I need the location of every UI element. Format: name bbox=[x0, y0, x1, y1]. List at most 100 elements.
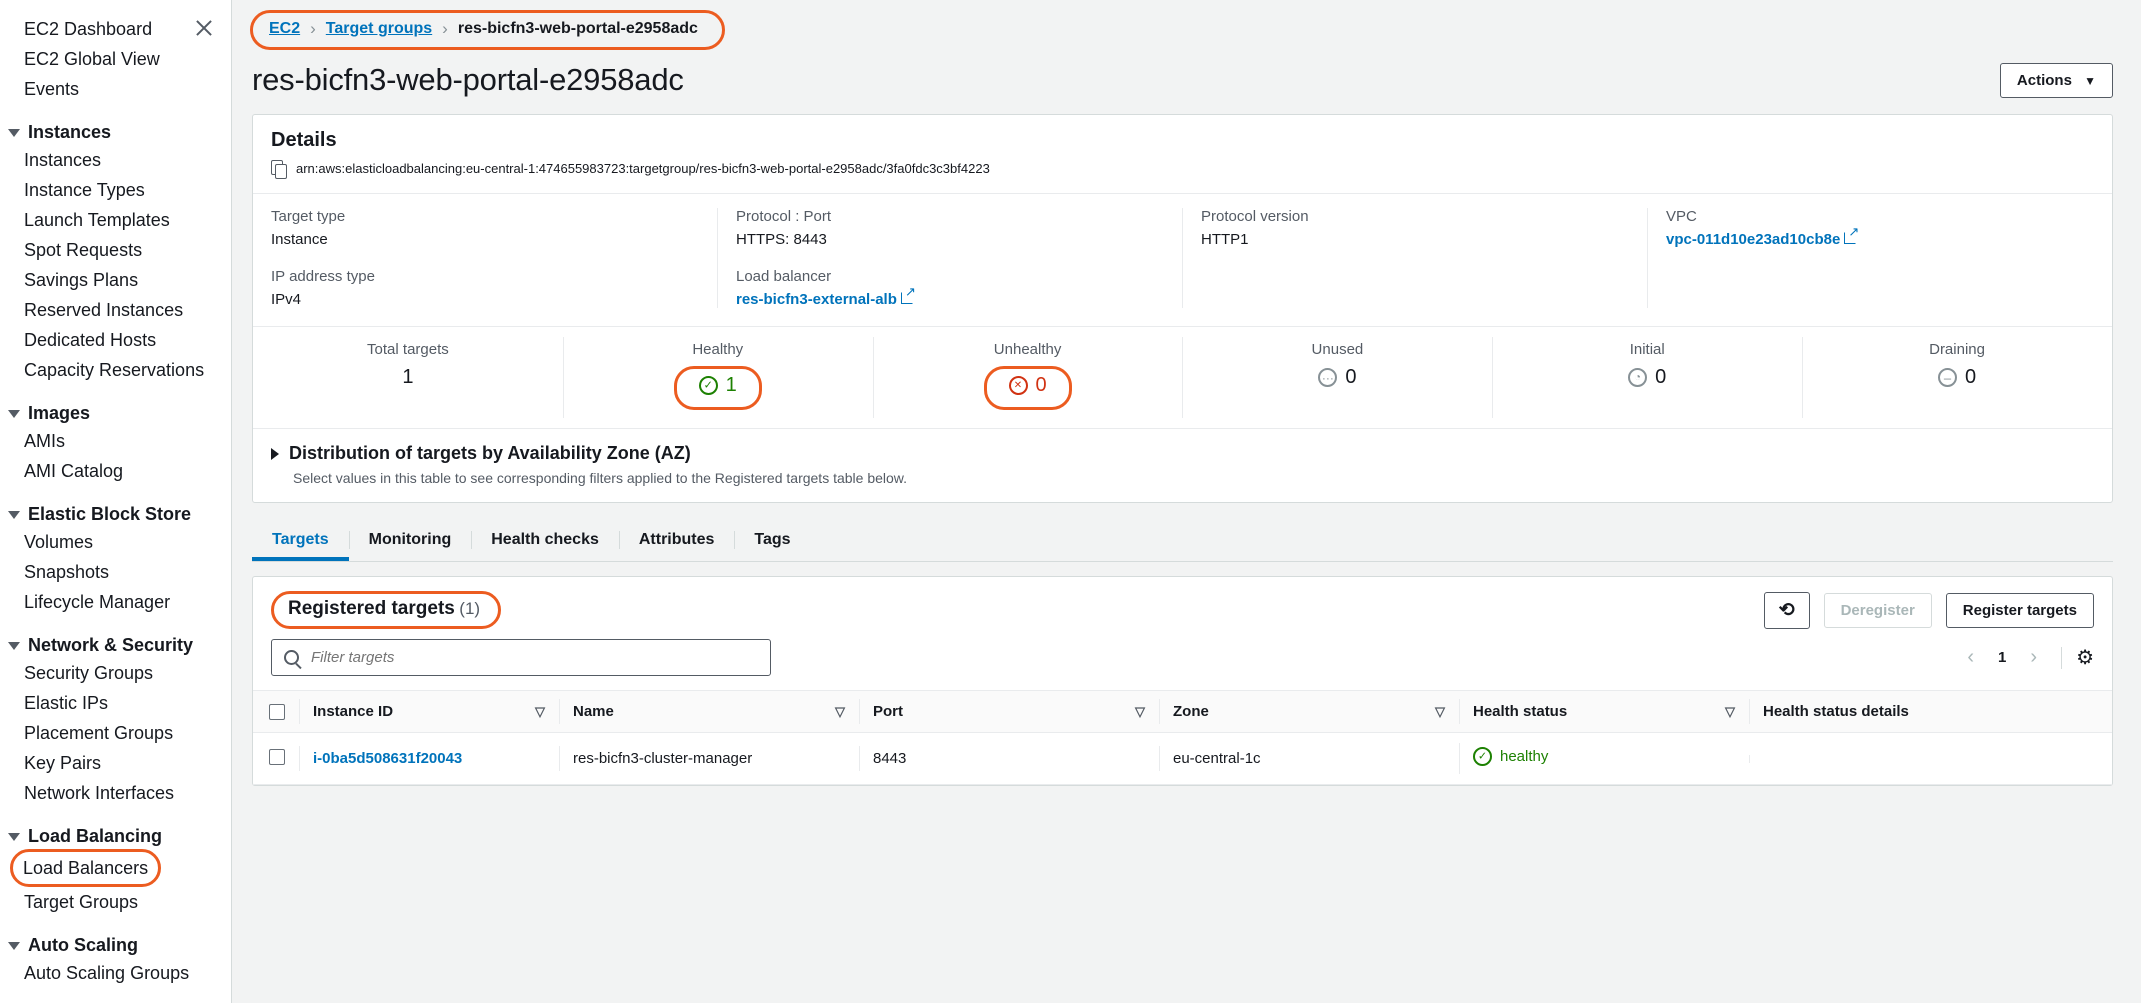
actions-button[interactable]: Actions ▼ bbox=[1999, 62, 2113, 98]
sidebar-item-reserved-instances[interactable]: Reserved Instances bbox=[0, 295, 231, 325]
sidebar-group-instances[interactable]: Instances bbox=[0, 122, 231, 143]
minus-circle-icon bbox=[1937, 368, 1957, 387]
sidebar-item-capacity-reservations[interactable]: Capacity Reservations bbox=[0, 355, 231, 385]
gear-icon[interactable]: ⚙ bbox=[2076, 645, 2094, 670]
sidebar-group-elastic-block-store[interactable]: Elastic Block Store bbox=[0, 504, 231, 525]
tab-monitoring[interactable]: Monitoring bbox=[348, 521, 472, 561]
search-icon bbox=[284, 650, 299, 665]
refresh-button[interactable]: ⟳ bbox=[1763, 591, 1810, 629]
select-all-checkbox[interactable] bbox=[269, 703, 285, 720]
sidebar-group-label: Network & Security bbox=[28, 635, 194, 655]
filter-targets-box[interactable] bbox=[271, 639, 771, 676]
sidebar-item-elastic-ips[interactable]: Elastic IPs bbox=[0, 688, 231, 718]
close-icon[interactable] bbox=[193, 17, 215, 39]
counter-value-wrap: 0 bbox=[1318, 366, 1356, 392]
search-input[interactable] bbox=[309, 648, 758, 667]
counter-initial: Initial 0 bbox=[1492, 327, 1802, 428]
tab-health-checks[interactable]: Health checks bbox=[471, 521, 619, 561]
details-column-3: Protocol version HTTP1 bbox=[1182, 208, 1647, 308]
details-grid: Target type Instance IP address type IPv… bbox=[253, 194, 2112, 326]
counter-value-row: 1 bbox=[698, 374, 737, 397]
distribution-title: Distribution of targets by Availability … bbox=[289, 443, 691, 463]
vpc-link[interactable]: vpc-011d10e23ad10cb8e bbox=[1666, 231, 1840, 248]
sidebar-item-volumes[interactable]: Volumes bbox=[0, 527, 231, 557]
breadcrumb-separator-icon: › bbox=[310, 19, 316, 38]
sidebar-item-ec2-global-view[interactable]: EC2 Global View bbox=[24, 44, 231, 74]
sidebar-item-ec2-dashboard[interactable]: EC2 Dashboard bbox=[24, 14, 152, 44]
load-balancer-link[interactable]: res-bicfn3-external-alb bbox=[736, 291, 897, 308]
column-port[interactable]: Port ▽ bbox=[859, 690, 1159, 733]
breadcrumb: EC2 › Target groups › res-bicfn3-web-por… bbox=[250, 10, 725, 50]
counter-value: 0 bbox=[1655, 366, 1667, 388]
column-zone[interactable]: Zone ▽ bbox=[1159, 690, 1459, 733]
column-health-status-details: Health status details bbox=[1749, 690, 2112, 733]
counter-value-row: 1 bbox=[402, 366, 413, 389]
tab-targets[interactable]: Targets bbox=[252, 521, 349, 561]
breadcrumb-wrapper: EC2 › Target groups › res-bicfn3-web-por… bbox=[232, 0, 2141, 50]
name-value: res-bicfn3-cluster-manager bbox=[573, 750, 753, 767]
row-checkbox[interactable] bbox=[269, 748, 285, 765]
sidebar-item-launch-templates[interactable]: Launch Templates bbox=[0, 205, 231, 235]
counter-value: 0 bbox=[1035, 374, 1047, 396]
port-value: 8443 bbox=[873, 750, 907, 767]
column-instance-id[interactable]: Instance ID ▽ bbox=[299, 690, 559, 733]
distribution-toggle[interactable]: Distribution of targets by Availability … bbox=[271, 443, 2094, 464]
sidebar-group-network-and-security[interactable]: Network & Security bbox=[0, 635, 231, 656]
arn-row: arn:aws:elasticloadbalancing:eu-central-… bbox=[271, 160, 2094, 193]
annotation-highlight-load-balancers: Load Balancers bbox=[10, 849, 162, 887]
load-balancer-value: res-bicfn3-external-alb bbox=[736, 285, 1164, 308]
details-column-4: VPC vpc-011d10e23ad10cb8e bbox=[1647, 208, 2112, 308]
counter-label: Unhealthy bbox=[993, 341, 1062, 358]
triangle-right-icon bbox=[271, 447, 279, 460]
protocol-version-label: Protocol version bbox=[1201, 208, 1309, 225]
sidebar-item-ami-catalog[interactable]: AMI Catalog bbox=[0, 456, 231, 486]
sidebar-item-dedicated-hosts[interactable]: Dedicated Hosts bbox=[0, 325, 231, 355]
sidebar-item-events[interactable]: Events bbox=[24, 74, 231, 104]
sidebar-item-key-pairs[interactable]: Key Pairs bbox=[0, 748, 231, 778]
sidebar-item-spot-requests[interactable]: Spot Requests bbox=[0, 235, 231, 265]
sidebar-item-load-balancers[interactable]: Load Balancers bbox=[23, 853, 148, 883]
table-row[interactable]: i-0ba5d508631f20043 res-bicfn3-cluster-m… bbox=[253, 732, 2112, 785]
chevron-down-icon bbox=[8, 510, 20, 519]
instance-id-link[interactable]: i-0ba5d508631f20043 bbox=[313, 750, 462, 767]
column-name[interactable]: Name ▽ bbox=[559, 690, 859, 733]
sidebar-group-auto-scaling[interactable]: Auto Scaling bbox=[0, 935, 231, 956]
sidebar-item-security-groups[interactable]: Security Groups bbox=[0, 658, 231, 688]
sidebar-item-network-interfaces[interactable]: Network Interfaces bbox=[0, 778, 231, 808]
next-page-button[interactable]: › bbox=[2020, 646, 2047, 669]
counter-value-wrap: 0 bbox=[1628, 366, 1666, 392]
sidebar-item-target-groups[interactable]: Target Groups bbox=[0, 887, 231, 917]
column-health-status[interactable]: Health status ▽ bbox=[1459, 690, 1749, 733]
sidebar-item-lifecycle-manager[interactable]: Lifecycle Manager bbox=[0, 587, 231, 617]
column-header-label: Health status bbox=[1473, 703, 1568, 720]
sidebar-item-amis[interactable]: AMIs bbox=[0, 426, 231, 456]
sidebar-group-label: Auto Scaling bbox=[28, 935, 139, 955]
breadcrumb-item-ec2[interactable]: EC2 bbox=[269, 20, 300, 38]
sidebar-item-placement-groups[interactable]: Placement Groups bbox=[0, 718, 231, 748]
sidebar-item-savings-plans[interactable]: Savings Plans bbox=[0, 265, 231, 295]
register-targets-button[interactable]: Register targets bbox=[1945, 592, 2094, 628]
counter-unhealthy: Unhealthy 0 bbox=[872, 327, 1183, 428]
tab-attributes[interactable]: Attributes bbox=[618, 521, 735, 561]
sort-icon: ▽ bbox=[1725, 703, 1735, 719]
breadcrumb-item-target-groups[interactable]: Target groups bbox=[326, 20, 432, 38]
registered-targets-count: (1) bbox=[459, 599, 481, 618]
sidebar-group-images[interactable]: Images bbox=[0, 403, 231, 424]
protocol-port-label: Protocol : Port bbox=[736, 208, 832, 225]
column-header-label: Port bbox=[873, 703, 903, 720]
sidebar-item-instance-types[interactable]: Instance Types bbox=[0, 175, 231, 205]
counter-value-row: 0 bbox=[1937, 366, 1976, 389]
sidebar-group-load-balancing[interactable]: Load Balancing bbox=[0, 826, 231, 847]
sort-icon: ▽ bbox=[1135, 703, 1145, 719]
sidebar-item-snapshots[interactable]: Snapshots bbox=[0, 557, 231, 587]
deregister-button[interactable]: Deregister bbox=[1823, 592, 1932, 628]
sidebar-item-auto-scaling-groups[interactable]: Auto Scaling Groups bbox=[0, 958, 231, 988]
arn-text: arn:aws:elasticloadbalancing:eu-central-… bbox=[296, 161, 990, 176]
external-link-icon bbox=[900, 285, 916, 304]
health-status-value: healthy bbox=[1500, 748, 1549, 765]
counter-value-row: 0 bbox=[1008, 374, 1047, 397]
copy-icon[interactable] bbox=[271, 160, 287, 179]
sidebar-item-instances[interactable]: Instances bbox=[0, 145, 231, 175]
previous-page-button[interactable]: ‹ bbox=[1957, 646, 1984, 669]
tab-tags[interactable]: Tags bbox=[734, 521, 810, 561]
